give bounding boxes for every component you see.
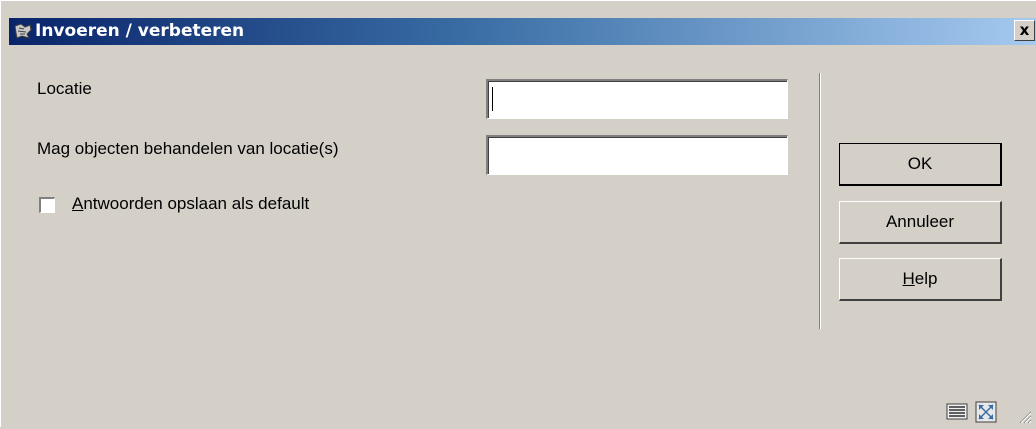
title-bar[interactable]: Invoeren / verbeteren x <box>9 18 1036 45</box>
vertical-separator <box>819 73 821 329</box>
mag-objecten-label: Mag objecten behandelen van locatie(s) <box>37 139 339 158</box>
checkbox-label-rest: ntwoorden opslaan als default <box>83 194 310 213</box>
checkbox-mnemonic: A <box>72 194 84 213</box>
status-icons <box>946 401 997 428</box>
locatie-input[interactable] <box>486 79 788 119</box>
dialog-window: Invoeren / verbeteren x Locatie Mag obje… <box>0 0 1036 427</box>
app-scroll-icon <box>13 22 33 40</box>
ok-button[interactable]: OK <box>839 143 1002 186</box>
resize-grip-icon[interactable] <box>1018 409 1032 424</box>
antwoorden-checkbox-label[interactable]: Antwoorden opslaan als default <box>72 194 309 214</box>
annuleer-button-label: Annuleer <box>885 212 955 231</box>
antwoorden-checkbox[interactable] <box>39 197 55 213</box>
help-button-label: Help <box>903 269 938 288</box>
close-button[interactable]: x <box>1014 20 1035 41</box>
annuleer-button[interactable]: Annuleer <box>839 201 1002 244</box>
close-icon: x <box>1019 21 1030 39</box>
mag-objecten-input[interactable] <box>486 135 788 175</box>
help-mnemonic: H <box>902 269 915 288</box>
text-caret <box>492 87 493 111</box>
window-title: Invoeren / verbeteren <box>35 21 245 41</box>
maximize-icon[interactable] <box>975 401 997 428</box>
keyboard-icon[interactable] <box>946 401 968 426</box>
ok-button-label: OK <box>907 154 933 173</box>
locatie-label: Locatie <box>37 79 92 98</box>
help-button[interactable]: Help <box>839 258 1002 301</box>
help-label-rest: elp <box>914 269 938 288</box>
